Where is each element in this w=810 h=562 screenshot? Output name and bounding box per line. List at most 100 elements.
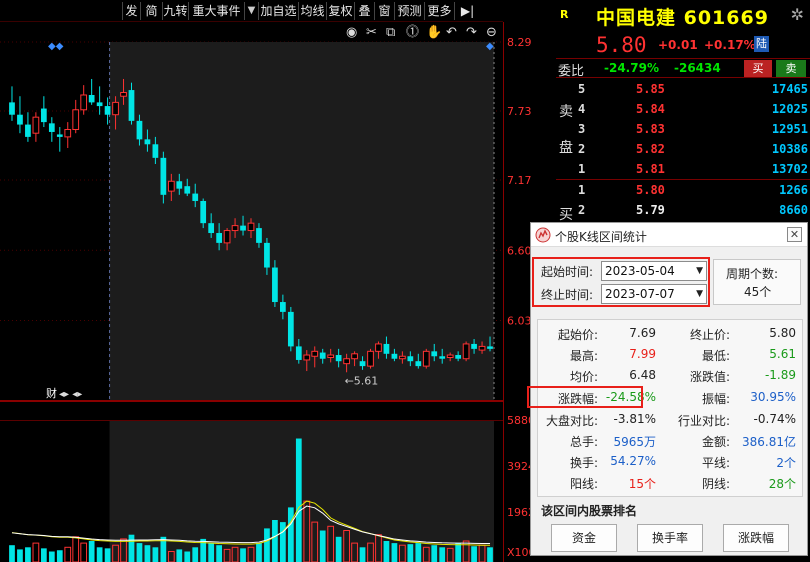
candle-body: [231, 225, 239, 232]
volume-top-line: [0, 420, 503, 421]
undo-icon[interactable]: ↶: [446, 25, 457, 40]
ask-row[interactable]: 2 5.82 10386: [576, 139, 810, 160]
close-icon[interactable]: ✕: [787, 227, 802, 242]
volume-bar: [216, 545, 222, 562]
zoom-out-icon[interactable]: ⊖: [486, 25, 497, 40]
candle-body: [462, 343, 470, 360]
kline-chart-area[interactable]: 发简九转 重大事件 ▼ 加自选 均线 复权叠窗预测 更多 ▶| ◆◆ ◆ ←5.61 财 ◂▸ ◂▸ 8…: [0, 0, 536, 562]
bid-volume: 8660: [779, 203, 808, 217]
price-axis-label: 7.17: [507, 174, 532, 187]
volume-bar: [9, 545, 15, 562]
bid-level: 2: [578, 203, 586, 217]
ask-row[interactable]: 3 5.83 12951: [576, 119, 810, 140]
close-price-label: 终止价:: [690, 328, 731, 342]
volume-bar: [152, 547, 159, 562]
rank-by-capital-button[interactable]: 资金: [551, 524, 617, 552]
volume-bar: [88, 541, 95, 562]
candle-body: [96, 102, 103, 107]
quote-header: R 中国电建 601669 ✲ 5.80 +0.01 +0.17% 陆: [556, 0, 810, 58]
eye-icon[interactable]: ◉: [346, 25, 357, 40]
interval-marker-icon[interactable]: ◆◆: [48, 41, 64, 52]
panel-divider: [0, 400, 503, 402]
cycle-count-value: 45个: [744, 285, 772, 299]
ask-price: 5.84: [636, 102, 665, 116]
ask-level: 2: [578, 142, 586, 156]
stats-table: 起始价: 7.69 终止价: 5.80 最高: 7.99 最低: 5.61 均价…: [537, 319, 803, 497]
bid-row[interactable]: 1 5.80 1266: [576, 180, 810, 201]
candle-body: [216, 233, 222, 243]
volume-bar: [192, 547, 199, 562]
volume-bar: [40, 548, 47, 562]
redo-icon[interactable]: ↷: [466, 25, 478, 40]
volume-bar: [272, 520, 278, 562]
ask-row[interactable]: 1 5.81 13702: [576, 159, 810, 180]
candle-body: [40, 108, 47, 123]
volume-bar: [240, 548, 246, 562]
interval-marker-icon[interactable]: ◆: [486, 41, 494, 52]
rank-by-change-button[interactable]: 涨跌幅: [723, 524, 789, 552]
volume-bar: [383, 541, 390, 562]
candle-body: [176, 181, 183, 189]
market-compare-label: 大盘对比:: [546, 414, 599, 428]
candle-body: [391, 353, 398, 359]
open-price-value: 7.69: [629, 326, 656, 340]
low-value: 5.61: [769, 347, 796, 361]
amount-label: 金额:: [702, 435, 731, 449]
candlestick-icon: [535, 227, 551, 243]
buy-button[interactable]: 买: [744, 60, 772, 77]
info-icon[interactable]: ⓵: [406, 25, 419, 40]
cycle-count-label: 周期个数:: [726, 267, 779, 281]
candle-body: [487, 346, 493, 349]
scissors-icon[interactable]: ✂: [366, 25, 377, 40]
volume-bar: [359, 547, 366, 562]
candle-body: [327, 354, 335, 358]
volume-bar: [455, 543, 462, 562]
volume-bar: [17, 549, 23, 562]
hand-icon[interactable]: ✋: [426, 24, 442, 40]
interval-handle-icon[interactable]: ◂▸ ◂▸: [59, 389, 82, 400]
candle-body: [160, 157, 167, 195]
candle-body: [32, 116, 40, 134]
volume-bar: [48, 551, 55, 562]
bid-price: 5.80: [636, 183, 665, 197]
interval-shade: [109, 42, 495, 400]
volume-bar: [184, 551, 191, 562]
amplitude-label: 振幅:: [702, 392, 731, 406]
high-value: 7.99: [629, 347, 656, 361]
rank-by-turnover-button[interactable]: 换手率: [637, 524, 703, 552]
dialog-title: 个股K线区间统计: [555, 230, 647, 244]
interval-stats-dialog[interactable]: 个股K线区间统计 ✕ 起始时间: 2023-05-04 ▼ 终止时间: 2023-…: [527, 222, 808, 556]
bid-side-label: 买: [559, 207, 573, 223]
candle-body: [287, 311, 294, 347]
avg-price-label: 均价:: [570, 370, 599, 384]
market-badge: 陆: [754, 36, 769, 52]
gear-icon[interactable]: ✲: [791, 5, 804, 24]
ask-volume: 13702: [771, 162, 808, 176]
flat-count-label: 平线:: [702, 456, 731, 470]
bid-row[interactable]: 2 5.79 8660: [576, 200, 810, 221]
candle-body: [256, 228, 262, 243]
volume-bar: [256, 543, 262, 562]
down-count-value: 28个: [768, 477, 796, 491]
financial-report-marker[interactable]: 财: [46, 386, 57, 400]
bid-level: 1: [578, 183, 586, 197]
up-count-label: 阳线:: [570, 477, 599, 491]
candle-body: [446, 354, 454, 358]
candle-body: [303, 354, 311, 361]
dialog-titlebar[interactable]: 个股K线区间统计 ✕: [531, 223, 807, 247]
candle-body: [80, 94, 88, 111]
volume-bar: [319, 530, 326, 562]
sell-button[interactable]: 卖: [776, 60, 806, 77]
ranking-title: 该区间内股票排名: [541, 504, 638, 518]
volume-bar: [391, 543, 398, 562]
price-panel[interactable]: ◆◆ ◆←5.61财 ◂▸ ◂▸8.297.737.176.606.03◉ ✂ ⧉ ⓵ ✋ ↶…: [0, 0, 540, 562]
ask-row[interactable]: 5 5.85 17465: [576, 79, 810, 100]
high-label: 最高:: [570, 349, 599, 363]
ask-row[interactable]: 4 5.84 12025: [576, 99, 810, 120]
up-count-value: 15个: [628, 477, 656, 491]
volume-bar: [471, 546, 477, 562]
candle-body: [17, 114, 23, 125]
amplitude-value: 30.95%: [750, 390, 796, 404]
copy-icon[interactable]: ⧉: [386, 25, 395, 40]
order-ratio-label: 委比: [558, 64, 585, 79]
